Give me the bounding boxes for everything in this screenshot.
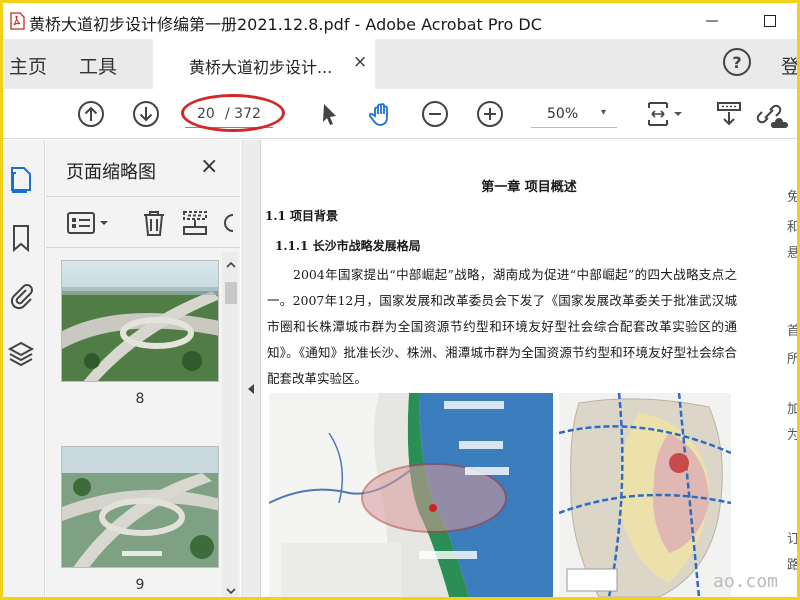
clipped-text-char: 悬 xyxy=(787,246,797,261)
title-bar: 黄桥大道初步设计修编第一册2021.12.8.pdf - Adobe Acrob… xyxy=(3,3,797,39)
regional-strategy-map xyxy=(269,393,553,597)
extract-pages-icon[interactable] xyxy=(182,209,208,237)
window-title: 黄桥大道初步设计修编第一册2021.12.8.pdf - Adobe Acrob… xyxy=(29,15,542,34)
options-menu-icon[interactable] xyxy=(66,210,112,236)
more-tools-icon[interactable] xyxy=(221,211,235,235)
thumbnails-scroll-thumb[interactable] xyxy=(225,282,237,304)
main-toolbar: 20 / 372 50% ▾ xyxy=(3,89,797,139)
tools-tab[interactable]: 工具 xyxy=(79,52,117,79)
minimize-icon[interactable] xyxy=(689,3,735,39)
clipped-text-char: 所 xyxy=(787,352,797,367)
attachments-icon[interactable] xyxy=(6,280,36,312)
share-link-icon[interactable] xyxy=(753,100,789,128)
delete-icon[interactable] xyxy=(141,209,167,237)
zoom-value: 50% xyxy=(547,106,579,122)
home-tab[interactable]: 主页 xyxy=(9,52,47,79)
chevron-down-icon: ▾ xyxy=(601,107,607,118)
bookmarks-icon[interactable] xyxy=(6,222,36,254)
clipped-text-char: 免 xyxy=(787,190,797,205)
panel-title: 页面缩略图 xyxy=(66,162,156,183)
watermark-text: ao.com xyxy=(713,571,779,592)
fit-page-icon[interactable] xyxy=(645,100,685,128)
zoom-select[interactable]: 50% ▾ xyxy=(531,102,617,128)
pdf-page[interactable]: 第一章 项目概述 1.1 项目背景 1.1.1 长沙市战略发展格局 2004年国… xyxy=(261,140,797,597)
next-page-icon[interactable] xyxy=(132,100,160,128)
maximize-icon[interactable] xyxy=(747,3,793,39)
scroll-up-icon[interactable] xyxy=(225,260,237,270)
chapter-title: 第一章 项目概述 xyxy=(481,180,577,195)
clipped-text-char: 加 xyxy=(787,402,797,417)
document-tab-label: 黄桥大道初步设计... xyxy=(189,58,333,77)
acrobat-window: 黄桥大道初步设计修编第一册2021.12.8.pdf - Adobe Acrob… xyxy=(3,3,797,597)
prev-page-icon[interactable] xyxy=(77,100,105,128)
thumbnail-page-8[interactable] xyxy=(61,260,219,382)
thumbnail-page-9[interactable] xyxy=(61,446,219,568)
hand-tool-icon[interactable] xyxy=(367,100,395,128)
interchange-rendering-image xyxy=(62,447,218,567)
layers-icon[interactable] xyxy=(6,338,36,370)
tab-row: 主页 工具 黄桥大道初步设计... × ? 登 xyxy=(3,39,797,89)
clipped-text-char: 和 xyxy=(787,220,797,235)
clipped-text-char: 首 xyxy=(787,324,797,339)
close-tab-icon[interactable]: × xyxy=(353,52,367,72)
clipped-text-char: 订 xyxy=(787,532,797,547)
scroll-down-icon[interactable] xyxy=(225,586,237,596)
left-navigation-rail xyxy=(3,140,45,597)
subsection-heading: 1.1.1 长沙市战略发展格局 xyxy=(275,239,421,253)
red-highlight-oval xyxy=(181,94,285,132)
thumbnail-label: 9 xyxy=(135,577,145,593)
select-cursor-icon[interactable] xyxy=(315,100,343,128)
panel-toolbar xyxy=(46,196,240,248)
city-structure-map xyxy=(559,393,731,597)
collapse-arrow-icon xyxy=(248,384,254,394)
section-heading: 1.1 项目背景 xyxy=(265,209,339,223)
document-tab[interactable]: 黄桥大道初步设计... × xyxy=(153,39,375,89)
acrobat-logo-icon xyxy=(10,12,25,30)
close-panel-icon[interactable]: × xyxy=(200,154,218,179)
clipped-text-char: 为 xyxy=(787,428,797,443)
body-paragraph: 2004年国家提出“中部崛起”战略，湖南成为促进“中部崛起”的四大战略支点之一。… xyxy=(267,262,737,392)
thumbnail-label: 8 xyxy=(135,391,145,407)
page-thumbnails-panel: 页面缩略图 × 8 9 xyxy=(46,140,240,597)
clipped-text-char: 路 xyxy=(787,558,797,573)
page-thumbnails-icon[interactable] xyxy=(6,164,36,196)
sign-in-button[interactable]: 登 xyxy=(781,52,797,79)
collapse-panel-handle[interactable] xyxy=(241,140,261,597)
scroll-mode-icon[interactable] xyxy=(715,100,743,128)
paragraph-text: 2004年国家提出“中部崛起”战略，湖南成为促进“中部崛起”的四大战略支点之一。… xyxy=(267,267,737,386)
zoom-in-icon[interactable] xyxy=(476,100,504,128)
zoom-out-icon[interactable] xyxy=(421,100,449,128)
help-icon[interactable]: ? xyxy=(723,48,751,76)
aerial-rendering-image xyxy=(62,261,218,381)
